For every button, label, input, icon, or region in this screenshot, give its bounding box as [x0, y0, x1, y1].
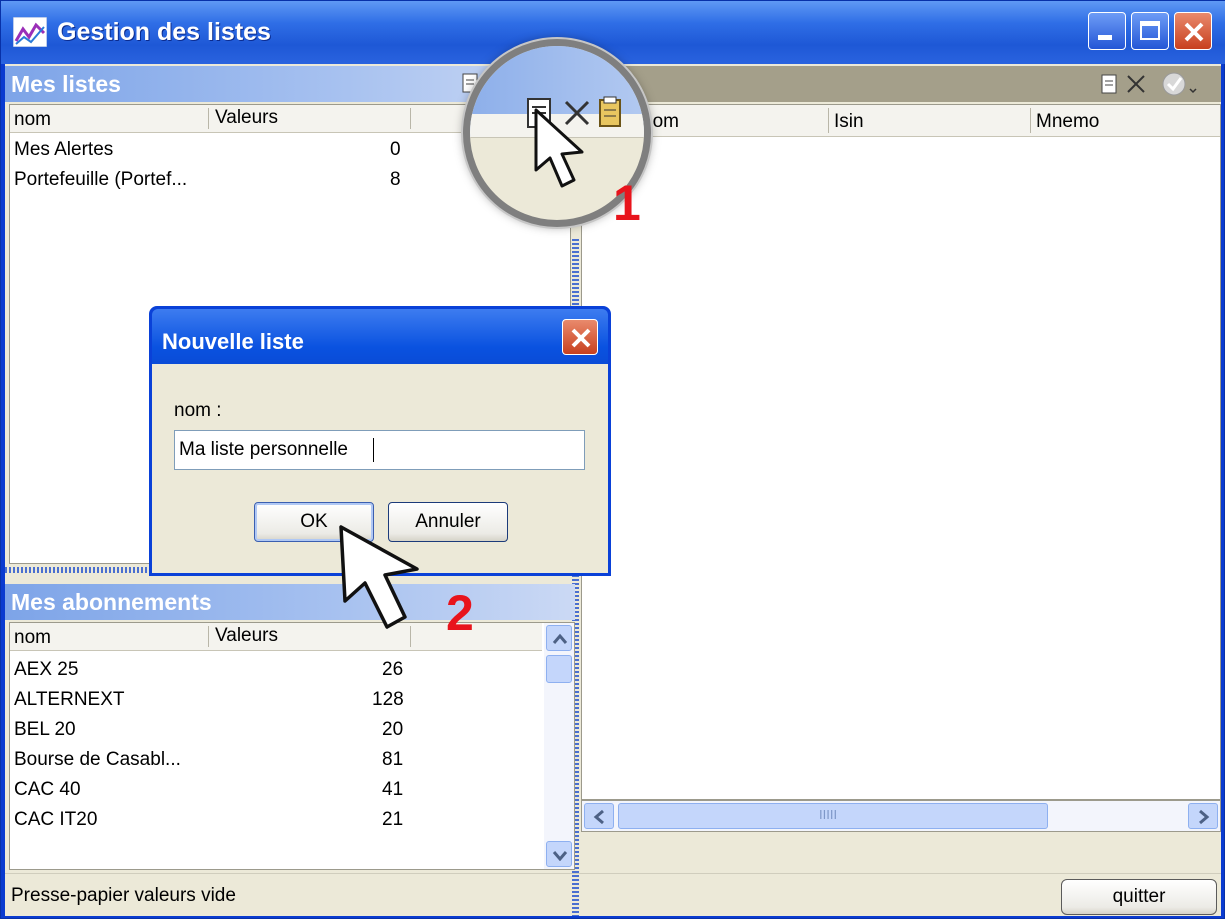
- cursor-arrow-icon: [534, 108, 584, 188]
- table-row[interactable]: ALTERNEXT 128: [10, 685, 540, 715]
- dialog-close-button[interactable]: [562, 319, 598, 355]
- subscriptions-title: Mes abonnements: [11, 589, 212, 615]
- values-table[interactable]: nom Isin Mnemo: [581, 104, 1221, 800]
- scroll-up-button[interactable]: [546, 625, 572, 651]
- text-caret: [373, 438, 374, 462]
- column-mnemo[interactable]: Mnemo: [1036, 111, 1099, 133]
- column-nom[interactable]: nom: [14, 627, 51, 649]
- column-valeurs[interactable]: Valeurs: [215, 107, 278, 129]
- scroll-down-button[interactable]: [546, 841, 572, 867]
- column-nom[interactable]: nom: [14, 109, 51, 131]
- list-name-input[interactable]: Ma liste personnelle: [174, 430, 585, 470]
- table-row[interactable]: BEL 20 20: [10, 715, 540, 745]
- table-row[interactable]: Bourse de Casabl... 81: [10, 745, 540, 775]
- close-icon: [1184, 22, 1204, 42]
- chevron-down-icon: [552, 851, 568, 861]
- subscriptions-table[interactable]: nom Valeurs AEX 25 26 ALTERNEXT 128 BEL …: [9, 622, 575, 870]
- minimize-icon: [1098, 35, 1112, 40]
- window-title: Gestion des listes: [57, 18, 271, 46]
- new-value-icon[interactable]: [1100, 73, 1120, 95]
- close-icon: [571, 328, 591, 348]
- chevron-right-icon: [1199, 809, 1210, 825]
- status-bar: Presse-papier valeurs vide quitter: [5, 873, 1221, 916]
- maximize-icon: [1140, 21, 1160, 40]
- horizontal-scroll-thumb[interactable]: IIIII: [618, 803, 1048, 829]
- cursor-arrow-icon: [339, 525, 419, 629]
- horizontal-scrollbar[interactable]: IIIII: [581, 800, 1221, 832]
- table-row[interactable]: CAC 40 41: [10, 775, 540, 805]
- subscriptions-header: Mes abonnements: [5, 584, 575, 620]
- dialog-title: Nouvelle liste: [162, 329, 304, 354]
- status-text: Presse-papier valeurs vide: [11, 885, 236, 906]
- scroll-thumb[interactable]: [546, 655, 572, 683]
- delete-icon[interactable]: [1125, 73, 1147, 95]
- step-2-marker: 2: [446, 585, 474, 641]
- my-lists-title: Mes listes: [11, 71, 121, 97]
- table-row[interactable]: AEX 25 26: [10, 655, 540, 685]
- maximize-button[interactable]: [1131, 12, 1169, 50]
- chevron-left-icon: [593, 809, 604, 825]
- column-isin[interactable]: Isin: [834, 111, 864, 133]
- scroll-right-button[interactable]: [1188, 803, 1218, 829]
- scroll-left-button[interactable]: [584, 803, 614, 829]
- validate-dropdown-icon[interactable]: [1161, 71, 1201, 97]
- quit-button[interactable]: quitter: [1061, 879, 1217, 915]
- minimize-button[interactable]: [1088, 12, 1126, 50]
- app-chart-icon: [13, 17, 47, 47]
- chevron-up-icon: [552, 633, 568, 644]
- table-row[interactable]: CAC IT20 21: [10, 805, 540, 835]
- close-button[interactable]: [1174, 12, 1212, 50]
- values-column-header: nom Isin Mnemo: [582, 105, 1220, 137]
- vertical-scrollbar[interactable]: [544, 623, 574, 869]
- dialog-name-label: nom :: [174, 400, 222, 421]
- app-window: Gestion des listes Mes listes nom Valeur…: [0, 0, 1225, 919]
- step-1-marker: 1: [613, 175, 641, 231]
- column-valeurs[interactable]: Valeurs: [215, 625, 278, 647]
- right-toolbar: [581, 66, 1221, 102]
